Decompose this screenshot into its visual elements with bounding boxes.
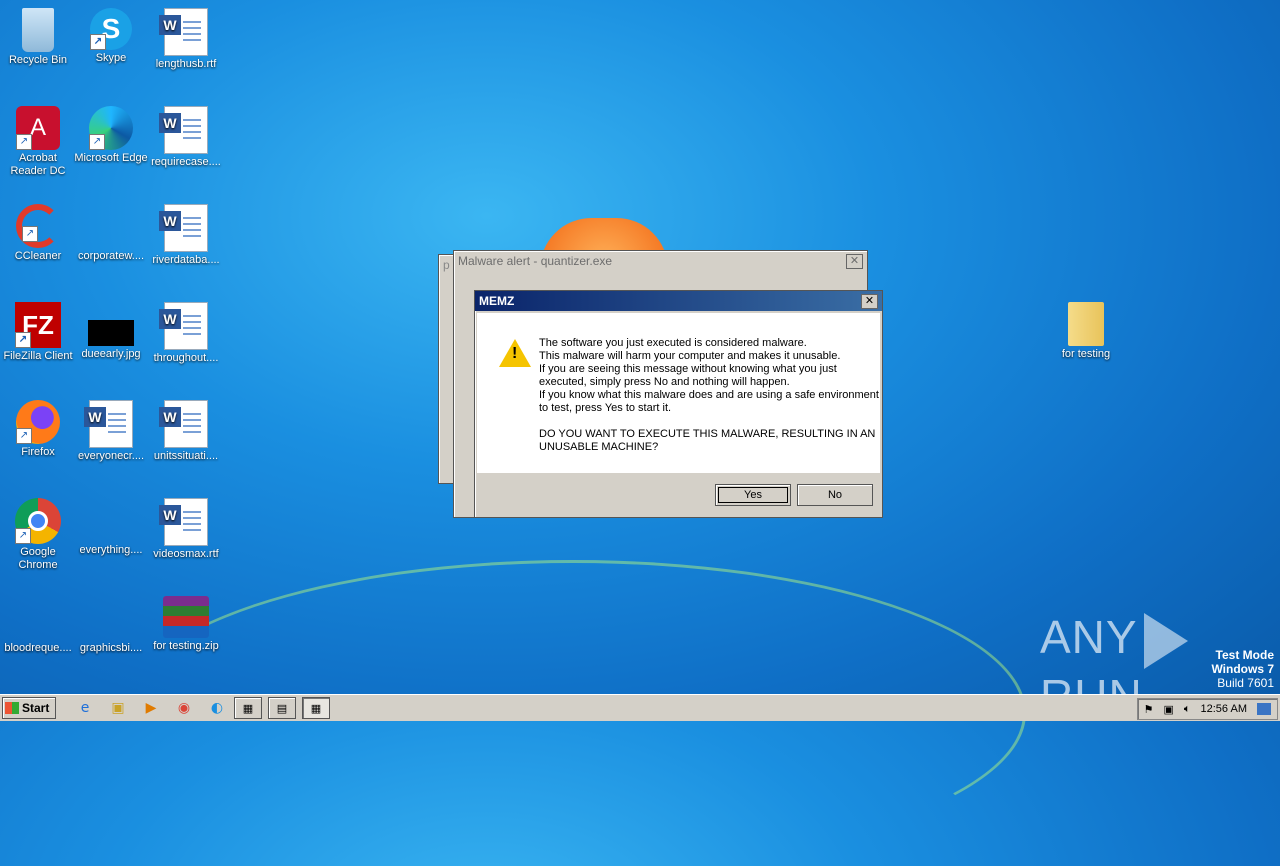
word-doc-icon xyxy=(159,106,210,154)
desktop-icon-for-testing-zip[interactable]: for testing.zip xyxy=(148,596,224,653)
image-file-icon xyxy=(88,320,134,346)
close-button[interactable]: ✕ xyxy=(861,293,878,309)
acrobat-icon: A ↗ xyxy=(16,106,60,150)
window-title: Malware alert - quantizer.exe xyxy=(458,254,613,268)
taskbar: Start e ▣ ▶ ◉ ◐ ▦ ▤ ▦ ⚑ ▣ 🔈︎ 12:56 AM xyxy=(0,694,1280,721)
desktop-icon-acrobat[interactable]: A ↗ Acrobat Reader DC xyxy=(0,106,76,178)
dialog-title: MEMZ xyxy=(479,294,515,308)
windows-flag-icon xyxy=(5,702,19,714)
word-doc-icon xyxy=(84,400,135,448)
desktop-icon-requirecase[interactable]: requirecase.... xyxy=(148,106,224,169)
taskbar-app-3[interactable]: ▦ xyxy=(302,697,330,719)
desktop-icon-dueearly[interactable]: dueearly.jpg xyxy=(73,302,149,361)
malware-alert-titlebar[interactable]: Malware alert - quantizer.exe ✕ xyxy=(454,251,867,271)
media-player-icon[interactable]: ▶ xyxy=(140,698,162,718)
desktop-icon-graphicsbi[interactable]: graphicsbi.... xyxy=(73,596,149,655)
desktop-icon-everything[interactable]: everything.... xyxy=(73,498,149,557)
no-button[interactable]: No xyxy=(797,484,873,506)
desktop-icon-everyonecr[interactable]: everyonecr.... xyxy=(73,400,149,463)
desktop-icon-firefox[interactable]: ↗ Firefox xyxy=(0,400,76,459)
firefox-icon: ↗ xyxy=(16,400,60,444)
folder-icon xyxy=(1068,302,1104,346)
desktop-icon-videosmax[interactable]: videosmax.rtf xyxy=(148,498,224,561)
winrar-icon xyxy=(163,596,209,638)
desktop-icon-unitssituati[interactable]: unitssituati.... xyxy=(148,400,224,463)
blank-file-icon xyxy=(87,204,135,248)
desktop-icon-lengthusb[interactable]: lengthusb.rtf xyxy=(148,8,224,71)
edge-icon: ↗ xyxy=(89,106,133,150)
ie-icon[interactable]: e xyxy=(74,698,96,718)
yes-button[interactable]: Yes xyxy=(715,484,791,506)
flag-notify-icon[interactable]: ⚑ xyxy=(1144,703,1154,716)
desktop-icon-corporatew[interactable]: corporatew.... xyxy=(73,204,149,263)
desktop-icon-filezilla[interactable]: FZ ↗ FileZilla Client xyxy=(0,302,76,363)
taskbar-app-2[interactable]: ▤ xyxy=(268,697,296,719)
desktop-icon-ccleaner[interactable]: ↗ CCleaner xyxy=(0,204,76,263)
word-doc-icon xyxy=(159,8,210,56)
word-doc-icon xyxy=(159,400,210,448)
desktop-icon-for-testing-folder[interactable]: for testing xyxy=(1048,302,1124,361)
desktop-icon-throughout[interactable]: throughout.... xyxy=(148,302,224,365)
blank-file-icon xyxy=(87,498,135,542)
edge-taskbar-icon[interactable]: ◐ xyxy=(206,698,228,718)
memz-titlebar[interactable]: MEMZ ✕ xyxy=(475,291,882,311)
network-icon[interactable]: ▣ xyxy=(1164,703,1174,716)
start-button[interactable]: Start xyxy=(2,697,56,719)
play-icon xyxy=(1143,612,1188,669)
show-desktop-icon[interactable] xyxy=(1257,703,1271,715)
chrome-icon: ↗ xyxy=(15,498,61,544)
test-mode-notice: Test Mode Windows 7 Build 7601 xyxy=(1211,648,1274,690)
desktop-icon-skype[interactable]: S ↗ Skype xyxy=(73,8,149,65)
clock[interactable]: 12:56 AM xyxy=(1201,703,1247,715)
memz-dialog[interactable]: MEMZ ✕ The software you just executed is… xyxy=(474,290,883,518)
recycle-bin-icon xyxy=(22,8,54,52)
close-button[interactable]: ✕ xyxy=(846,253,863,269)
blank-file-icon xyxy=(14,596,62,640)
system-tray: ⚑ ▣ 🔈︎ 12:56 AM xyxy=(1136,698,1278,720)
word-doc-icon xyxy=(159,302,210,350)
chrome-taskbar-icon[interactable]: ◉ xyxy=(173,698,195,718)
ccleaner-icon: ↗ xyxy=(16,204,60,248)
explorer-icon[interactable]: ▣ xyxy=(107,698,129,718)
dialog-message: The software you just executed is consid… xyxy=(539,337,879,453)
volume-icon[interactable]: 🔈︎ xyxy=(1184,703,1191,716)
warning-icon xyxy=(499,339,531,367)
filezilla-icon: FZ ↗ xyxy=(15,302,61,348)
desktop-icon-riverdataba[interactable]: riverdataba.... xyxy=(148,204,224,267)
taskbar-app-1[interactable]: ▦ xyxy=(234,697,262,719)
word-doc-icon xyxy=(159,204,210,252)
desktop-icon-chrome[interactable]: ↗ Google Chrome xyxy=(0,498,76,572)
desktop-icon-edge[interactable]: ↗ Microsoft Edge xyxy=(73,106,149,165)
skype-icon: S ↗ xyxy=(90,8,132,50)
desktop-icon-recycle-bin[interactable]: Recycle Bin xyxy=(0,8,76,67)
desktop-icon-bloodreque[interactable]: bloodreque.... xyxy=(0,596,76,655)
word-doc-icon xyxy=(159,498,210,546)
dialog-body: The software you just executed is consid… xyxy=(477,313,880,473)
blank-file-icon xyxy=(87,596,135,640)
